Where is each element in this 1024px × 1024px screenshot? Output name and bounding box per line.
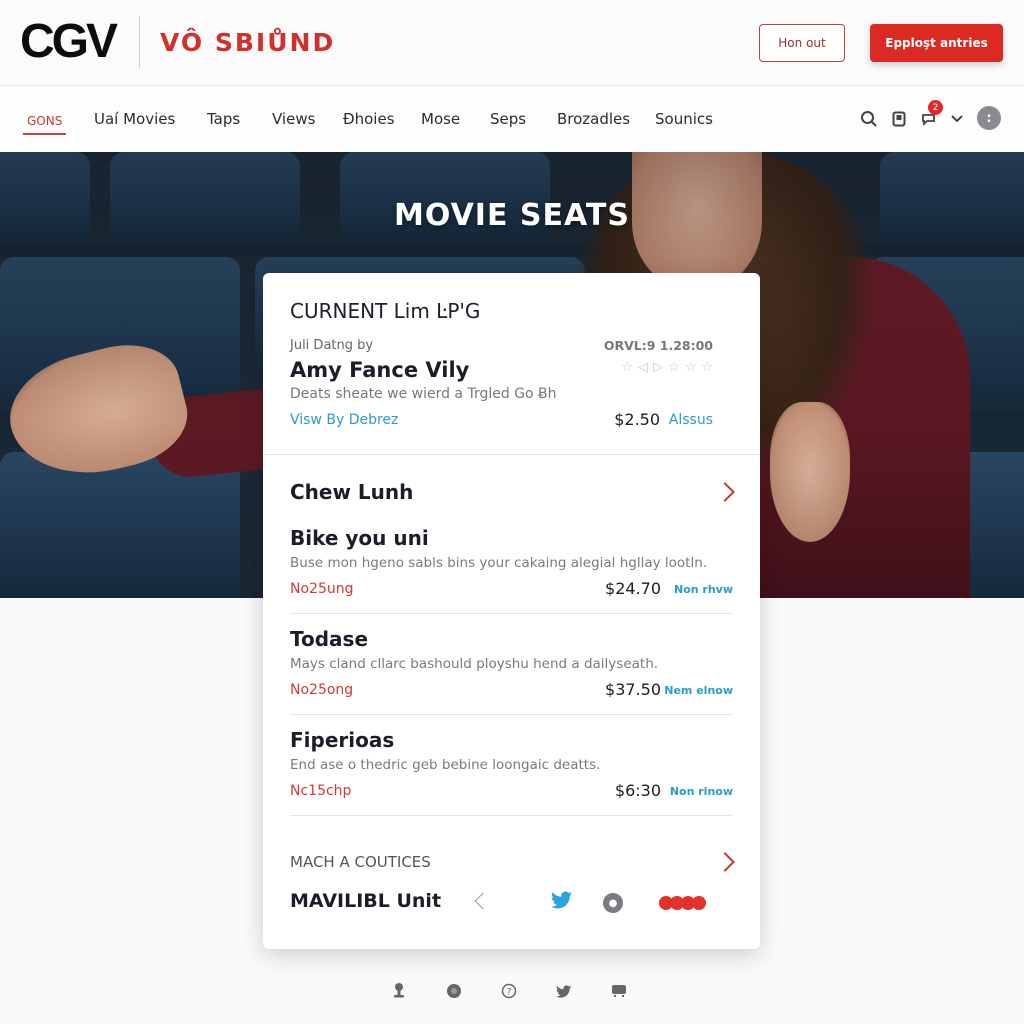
unit-label: MAVILIBL Unit bbox=[290, 890, 442, 912]
search-icon[interactable] bbox=[857, 107, 881, 131]
movie-name: Amy Fance Vily bbox=[290, 358, 470, 382]
back-icon[interactable] bbox=[474, 892, 492, 910]
item-divider bbox=[290, 613, 733, 614]
nav-item-brozadles[interactable]: Brozadles bbox=[557, 109, 630, 129]
star-icon[interactable]: ☆ bbox=[685, 360, 697, 375]
nav-item-sounics[interactable]: Sounics bbox=[655, 109, 713, 129]
rating-controls: ☆ ◁ ▷ ☆ ☆ ☆ bbox=[621, 360, 713, 375]
logo-divider bbox=[139, 16, 140, 68]
dots-icon[interactable] bbox=[659, 896, 706, 910]
chevron-down-icon[interactable] bbox=[945, 107, 969, 131]
price-link[interactable]: Alssus bbox=[669, 412, 713, 428]
chat-icon[interactable] bbox=[608, 980, 630, 1002]
movie-description: Deats sheate we wierd a Trgled Go Ƀh bbox=[290, 386, 557, 402]
card-divider bbox=[263, 454, 760, 455]
nav-item-mose[interactable]: Mose bbox=[421, 109, 460, 129]
brand-name: VÔ SBIŮND bbox=[160, 28, 336, 57]
pin-icon[interactable] bbox=[388, 980, 410, 1002]
item-divider bbox=[290, 815, 733, 816]
star-icon[interactable]: ☆ bbox=[668, 360, 680, 375]
nav-item-taps[interactable]: Taps bbox=[207, 109, 240, 129]
ticket-price: $2.50 bbox=[614, 410, 660, 429]
list-item[interactable]: Todase Mays cland cllarc bashould ploysh… bbox=[290, 627, 733, 727]
item-price: $6:30 bbox=[614, 781, 661, 800]
account-icon[interactable]: ● bbox=[603, 893, 623, 913]
svg-text:?: ? bbox=[507, 988, 512, 998]
twitter-icon[interactable] bbox=[553, 980, 575, 1002]
item-title: Fiperioas bbox=[290, 728, 395, 752]
item-link[interactable]: Non rinow bbox=[670, 785, 733, 798]
item-title: Todase bbox=[290, 627, 369, 651]
twitter-icon[interactable] bbox=[551, 890, 573, 914]
meta-label: Juli Datng by bbox=[290, 338, 374, 353]
footer-icons: ? bbox=[388, 980, 630, 1002]
current-title: CURNENT Lim ĿP'G bbox=[290, 299, 481, 323]
help-icon[interactable]: ? bbox=[498, 980, 520, 1002]
item-link[interactable]: Nem elnow bbox=[664, 684, 733, 697]
play-icon[interactable]: ▷ bbox=[653, 360, 663, 375]
sign-out-button[interactable]: Hon out bbox=[759, 24, 845, 62]
item-title: Bike you uni bbox=[290, 526, 429, 550]
nav-item-seps[interactable]: Seps bbox=[490, 109, 526, 129]
chevron-right-icon[interactable] bbox=[715, 852, 735, 872]
nav-item-views[interactable]: Views bbox=[272, 109, 315, 129]
item-description: Mays cland cllarc bashould ployshu hend … bbox=[290, 656, 659, 672]
star-icon[interactable]: ☆ bbox=[701, 360, 713, 375]
item-description: End ase o thedric geb bebine loongaic de… bbox=[290, 757, 601, 773]
section-heading: Chew Lunh bbox=[290, 480, 414, 504]
nav-item-movies[interactable]: Uaí Movies bbox=[94, 109, 175, 129]
item-link[interactable]: Non rhvw bbox=[674, 583, 733, 596]
item-code: No25ong bbox=[290, 682, 354, 698]
prev-icon[interactable]: ◁ bbox=[638, 360, 648, 375]
item-description: Buse mon hgeno sabls bins your cakaing a… bbox=[290, 555, 708, 571]
chevron-right-icon[interactable] bbox=[715, 482, 735, 502]
hero-title: MOVIE SEATS bbox=[394, 198, 630, 233]
item-code: No25ung bbox=[290, 581, 354, 597]
nav-item-gons[interactable]: GONS bbox=[22, 111, 67, 135]
item-code: Nc15chp bbox=[290, 783, 352, 799]
primary-cta-button[interactable]: Epploşt antries bbox=[870, 24, 1003, 62]
bookmark-icon[interactable] bbox=[887, 107, 911, 131]
item-price: $24.70 bbox=[605, 579, 661, 598]
item-price: $37.50 bbox=[605, 680, 661, 699]
globe-icon[interactable] bbox=[443, 980, 465, 1002]
showtime: ORVL:9 1.28:00 bbox=[603, 338, 713, 353]
site-header: CGV VÔ SBIŮND Hon out Epploşt antries bbox=[0, 0, 1024, 86]
list-item[interactable]: Fiperioas End ase o thedric geb bebine l… bbox=[290, 728, 733, 828]
main-nav: GONS Uaí Movies Taps Views Ðhoies Mose S… bbox=[0, 87, 1024, 151]
notification-badge: 2 bbox=[928, 100, 943, 115]
cgv-logo[interactable]: CGV bbox=[20, 16, 118, 68]
view-details-link[interactable]: Visw By Debrez bbox=[290, 412, 398, 428]
booking-card: CURNENT Lim ĿP'G Juli Datng by ORVL:9 1.… bbox=[263, 273, 760, 949]
match-heading: MACH A COUTICES bbox=[290, 853, 431, 871]
list-item[interactable]: Bike you uni Buse mon hgeno sabls bins y… bbox=[290, 526, 733, 626]
nav-item-dhoies[interactable]: Ðhoies bbox=[343, 109, 395, 129]
item-divider bbox=[290, 714, 733, 715]
avatar[interactable]: : bbox=[977, 106, 1001, 130]
star-icon[interactable]: ☆ bbox=[621, 360, 633, 375]
